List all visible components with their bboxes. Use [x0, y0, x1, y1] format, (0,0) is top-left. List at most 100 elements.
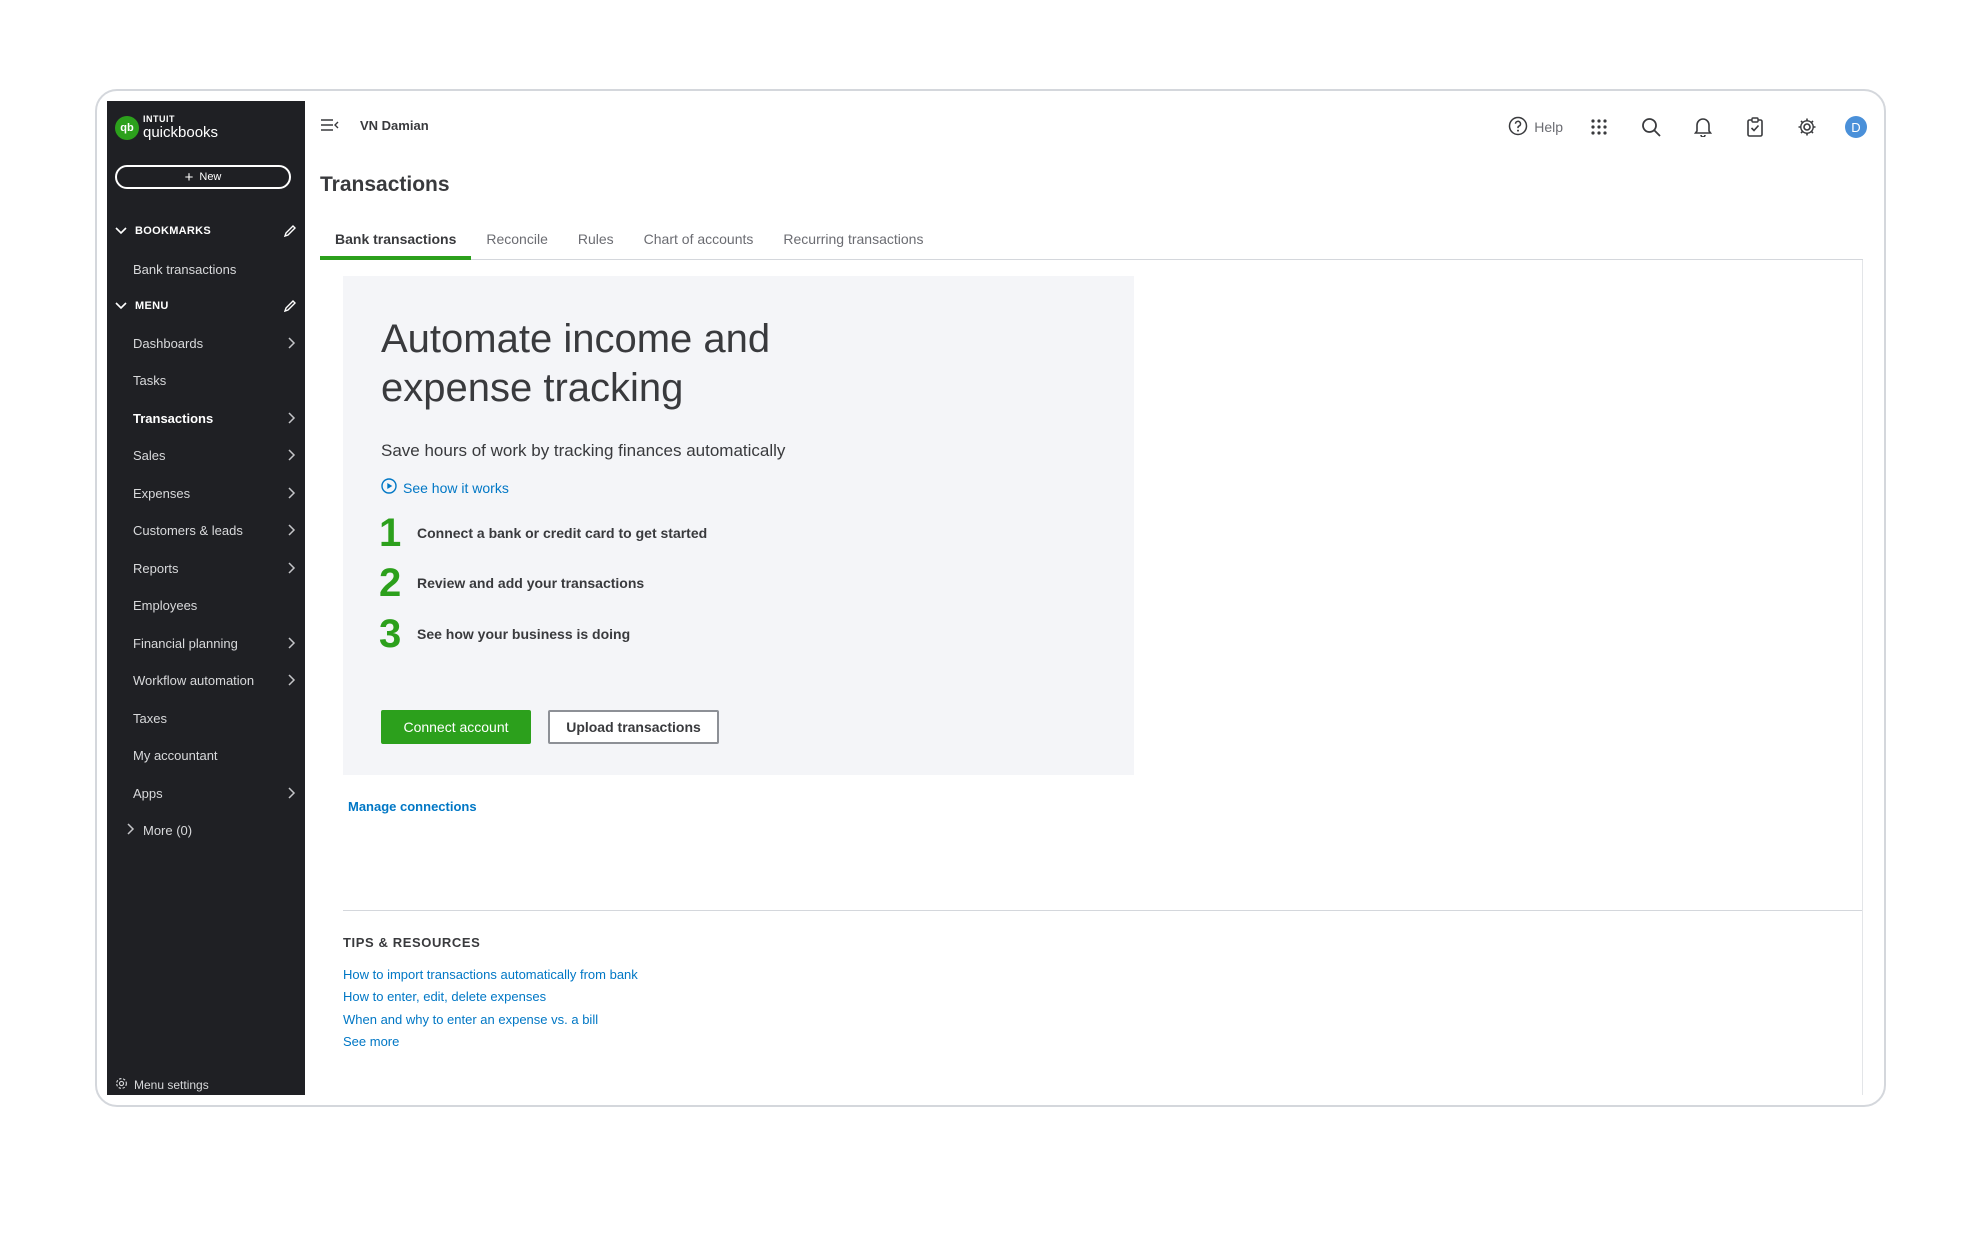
help-icon — [1508, 116, 1528, 139]
edit-bookmarks-pencil-icon[interactable] — [281, 222, 299, 240]
sidebar-item-more[interactable]: More (0) — [127, 817, 287, 843]
chevron-down-icon — [113, 227, 129, 235]
company-name[interactable]: VN Damian — [360, 118, 429, 133]
upload-transactions-button[interactable]: Upload transactions — [548, 710, 719, 744]
clipboard-check-icon[interactable] — [1729, 114, 1781, 140]
chevron-right-icon — [127, 822, 135, 838]
manage-connections-link[interactable]: Manage connections — [348, 799, 477, 814]
play-circle-icon — [381, 478, 397, 497]
edit-menu-pencil-icon[interactable] — [281, 297, 299, 315]
tip-link-see-more[interactable]: See more — [343, 1034, 399, 1049]
bell-icon[interactable] — [1677, 114, 1729, 140]
top-bar: VN Damian Help D — [305, 101, 1875, 151]
help-label: Help — [1534, 119, 1563, 135]
see-how-it-works-link[interactable]: See how it works — [381, 478, 509, 497]
chevron-right-icon — [285, 411, 299, 425]
chevron-right-icon — [285, 673, 299, 687]
step-2: 2 Review and add your transactions — [379, 561, 644, 605]
logo-text: INTUIT quickbooks — [143, 114, 219, 141]
sidebar-item-label: Customers & leads — [133, 522, 243, 538]
qb-logo-icon: qb — [115, 115, 139, 140]
step-3: 3 See how your business is doing — [379, 612, 630, 656]
step-text: See how your business is doing — [417, 626, 631, 642]
sidebar: qb INTUIT quickbooks + New BOOKMARKS Ban… — [107, 101, 305, 1095]
top-icons: Help D — [1508, 114, 1867, 140]
new-button-label: New — [199, 171, 222, 183]
step-1: 1 Connect a bank or credit card to get s… — [379, 511, 707, 555]
tab-bank-transactions[interactable]: Bank transactions — [320, 228, 472, 260]
divider — [343, 910, 1863, 911]
chevron-right-icon — [285, 561, 299, 575]
menu-title: MENU — [135, 300, 169, 312]
bookmark-item-label: Bank transactions — [133, 261, 237, 277]
tab-chart-of-accounts[interactable]: Chart of accounts — [629, 228, 769, 260]
new-button[interactable]: + New — [115, 165, 291, 189]
sidebar-item-customers-leads[interactable]: Customers & leads — [133, 517, 299, 543]
sidebar-item-label: Expenses — [133, 485, 191, 501]
sidebar-item-label: Transactions — [133, 410, 214, 426]
menu-settings-button[interactable]: Menu settings — [115, 1077, 209, 1093]
sidebar-item-label: Apps — [133, 785, 163, 801]
sidebar-item-transactions[interactable]: Transactions — [133, 405, 299, 431]
chevron-right-icon — [285, 486, 299, 500]
sidebar-item-tasks[interactable]: Tasks — [133, 367, 299, 393]
card-subtitle: Save hours of work by tracking finances … — [381, 441, 786, 460]
card-heading: Automate income and expense tracking — [381, 317, 771, 410]
chevron-right-icon — [285, 336, 299, 350]
sidebar-item-label: Tasks — [133, 372, 167, 388]
step-number: 2 — [379, 561, 402, 605]
avatar[interactable]: D — [1845, 116, 1867, 138]
sidebar-item-dashboards[interactable]: Dashboards — [133, 330, 299, 356]
gear-icon[interactable] — [1781, 114, 1833, 140]
step-text: Review and add your transactions — [417, 575, 645, 591]
content-scrollbar-track[interactable] — [1862, 260, 1863, 1095]
sidebar-item-label: My accountant — [133, 747, 218, 763]
sidebar-item-label: Workflow automation — [133, 672, 255, 688]
sidebar-item-label: Reports — [133, 560, 179, 576]
connect-account-button[interactable]: Connect account — [381, 710, 531, 744]
sidebar-item-label: Sales — [133, 447, 166, 463]
help-button[interactable]: Help — [1508, 116, 1563, 139]
tip-link-import-transactions[interactable]: How to import transactions automatically… — [343, 967, 638, 982]
chevron-right-icon — [285, 636, 299, 650]
step-number: 1 — [379, 511, 402, 555]
see-how-label: See how it works — [403, 479, 509, 496]
sidebar-item-financial-planning[interactable]: Financial planning — [133, 630, 299, 656]
sidebar-item-label: Employees — [133, 597, 198, 613]
tip-link-enter-expenses[interactable]: How to enter, edit, delete expenses — [343, 989, 546, 1004]
gear-icon — [115, 1077, 128, 1093]
tip-link-expense-vs-bill[interactable]: When and why to enter an expense vs. a b… — [343, 1012, 598, 1027]
menu-settings-label: Menu settings — [134, 1078, 209, 1092]
sidebar-item-apps[interactable]: Apps — [133, 780, 299, 806]
tips-title: TIPS & RESOURCES — [343, 935, 481, 950]
quickbooks-logo[interactable]: qb INTUIT quickbooks — [115, 115, 218, 140]
tab-rules[interactable]: Rules — [563, 228, 629, 260]
chevron-right-icon — [285, 523, 299, 537]
sidebar-item-sales[interactable]: Sales — [133, 442, 299, 468]
app-grid-icon[interactable] — [1573, 114, 1625, 140]
tab-bar: Bank transactions Reconcile Rules Chart … — [320, 228, 1863, 260]
step-number: 3 — [379, 612, 402, 656]
bookmark-item-bank-transactions[interactable]: Bank transactions — [133, 256, 299, 282]
sidebar-item-reports[interactable]: Reports — [133, 555, 299, 581]
sidebar-item-employees[interactable]: Employees — [133, 592, 299, 618]
sidebar-item-my-accountant[interactable]: My accountant — [133, 742, 299, 768]
sidebar-item-label: Financial planning — [133, 635, 238, 651]
sidebar-item-workflow-automation[interactable]: Workflow automation — [133, 667, 299, 693]
intuit-wordmark: INTUIT — [143, 114, 175, 124]
automate-card: Automate income and expense tracking Sav… — [343, 276, 1134, 775]
search-icon[interactable] — [1625, 114, 1677, 140]
menu-section-header[interactable]: MENU — [113, 296, 299, 316]
step-text: Connect a bank or credit card to get sta… — [417, 525, 708, 541]
sidebar-item-label: Dashboards — [133, 335, 204, 351]
tab-recurring-transactions[interactable]: Recurring transactions — [768, 228, 938, 260]
app: qb INTUIT quickbooks + New BOOKMARKS Ban… — [107, 101, 1875, 1095]
tab-reconcile[interactable]: Reconcile — [471, 228, 562, 260]
bookmarks-title: BOOKMARKS — [135, 225, 212, 237]
quickbooks-wordmark: quickbooks — [143, 124, 219, 141]
sidebar-item-expenses[interactable]: Expenses — [133, 480, 299, 506]
collapse-menu-icon[interactable] — [320, 117, 340, 135]
sidebar-item-taxes[interactable]: Taxes — [133, 705, 299, 731]
bookmarks-section-header[interactable]: BOOKMARKS — [113, 221, 299, 241]
chevron-down-icon — [113, 302, 129, 310]
